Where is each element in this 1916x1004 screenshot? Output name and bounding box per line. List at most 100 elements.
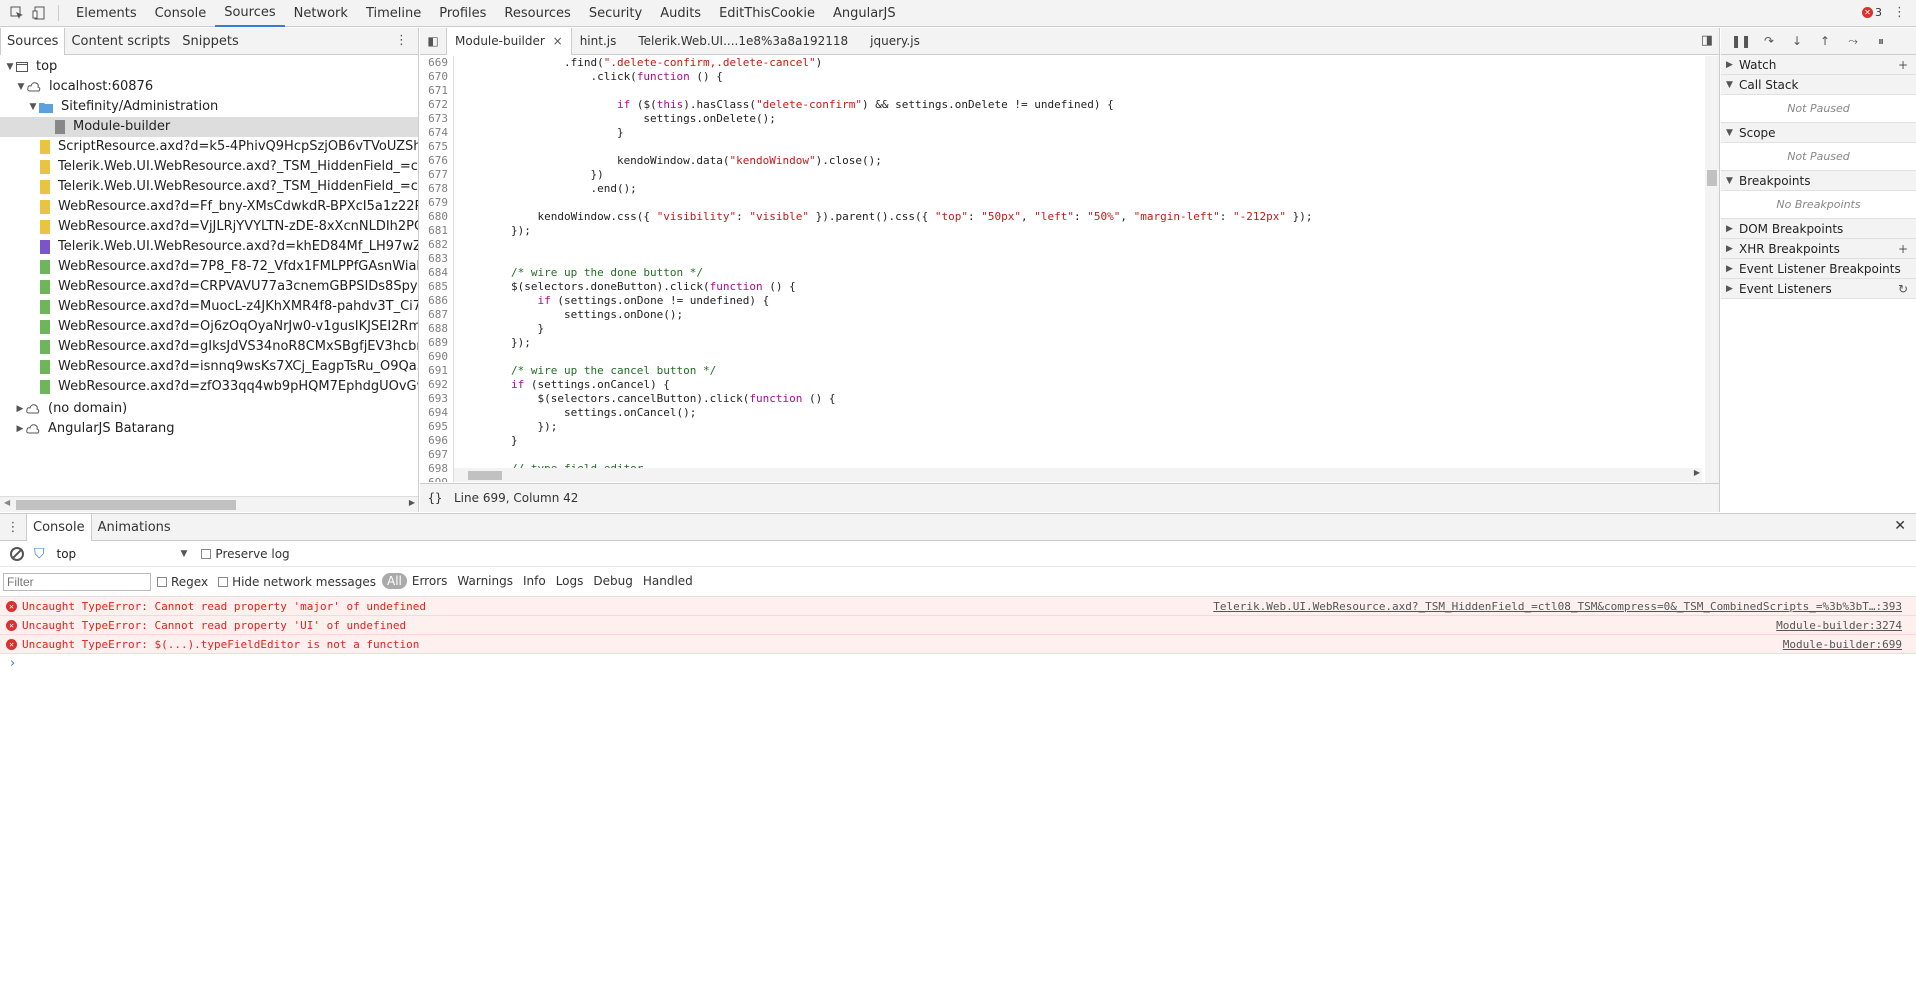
- drawer-menu-icon[interactable]: ⋮: [0, 520, 26, 535]
- code-line[interactable]: 689 });: [420, 336, 1702, 350]
- section-watch[interactable]: ▶ Watch +: [1721, 55, 1916, 75]
- line-number[interactable]: 691: [420, 364, 454, 378]
- line-number[interactable]: 678: [420, 182, 454, 196]
- tab-animations[interactable]: Animations: [92, 514, 177, 541]
- hide-network-checkbox[interactable]: [218, 576, 229, 587]
- inspect-element-icon[interactable]: [6, 2, 28, 24]
- main-tab-elements[interactable]: Elements: [67, 0, 146, 27]
- close-tab-icon[interactable]: ×: [553, 34, 563, 48]
- tree-item-folder[interactable]: ▼ Sitefinity/Administration: [27, 97, 219, 117]
- code-line[interactable]: 697: [420, 448, 1702, 462]
- line-number[interactable]: 680: [420, 210, 454, 224]
- level-warnings[interactable]: Warnings: [452, 574, 518, 588]
- step-out-icon[interactable]: ↑: [1811, 34, 1839, 48]
- tree-item-file[interactable]: WebResource.axd?d=gIksJdVS34noR8CMxSBgfj…: [40, 337, 418, 357]
- scrollbar-thumb[interactable]: [468, 471, 502, 480]
- main-tab-angularjs[interactable]: AngularJS: [824, 0, 905, 27]
- code-line[interactable]: 674 }: [420, 126, 1702, 140]
- tree-item-file[interactable]: WebResource.axd?d=CRPVAVU77a3cnemGBPSIDs…: [40, 277, 418, 297]
- dropdown-arrow-icon[interactable]: ▼: [181, 549, 188, 559]
- line-number[interactable]: 676: [420, 154, 454, 168]
- line-number[interactable]: 688: [420, 322, 454, 336]
- main-tab-profiles[interactable]: Profiles: [430, 0, 495, 27]
- level-logs[interactable]: Logs: [551, 574, 589, 588]
- tree-item-top[interactable]: ▼ top: [4, 57, 58, 77]
- code-line[interactable]: 690: [420, 350, 1702, 364]
- scroll-right-icon[interactable]: ▶: [409, 498, 415, 507]
- code-line[interactable]: 692 if (settings.onCancel) {: [420, 378, 1702, 392]
- code-line[interactable]: 681 });: [420, 224, 1702, 238]
- tree-item-file[interactable]: Telerik.Web.UI.WebResource.axd?_TSM_Hidd…: [40, 177, 418, 197]
- section-scope[interactable]: ▼ Scope: [1721, 123, 1916, 143]
- line-number[interactable]: 677: [420, 168, 454, 182]
- scroll-right-icon[interactable]: ▶: [1694, 468, 1700, 477]
- line-number[interactable]: 674: [420, 126, 454, 140]
- code-line[interactable]: 685 $(selectors.doneButton).click(functi…: [420, 280, 1702, 294]
- line-number[interactable]: 689: [420, 336, 454, 350]
- level-errors[interactable]: Errors: [407, 574, 453, 588]
- section-breakpoints[interactable]: ▼ Breakpoints: [1721, 171, 1916, 191]
- tree-item-file[interactable]: WebResource.axd?d=isnnq9wsKs7XCj_EagpTsR…: [40, 357, 418, 377]
- main-tab-security[interactable]: Security: [580, 0, 651, 27]
- line-number[interactable]: 695: [420, 420, 454, 434]
- deactivate-breakpoints-icon[interactable]: ⤳: [1839, 34, 1867, 49]
- line-number[interactable]: 681: [420, 224, 454, 238]
- main-tab-console[interactable]: Console: [146, 0, 216, 27]
- line-number[interactable]: 699: [420, 476, 454, 482]
- code-line[interactable]: 679: [420, 196, 1702, 210]
- close-drawer-icon[interactable]: ✕: [1894, 518, 1906, 534]
- editor-horizontal-scrollbar[interactable]: ▶: [454, 468, 1702, 482]
- main-tab-sources[interactable]: Sources: [215, 0, 285, 27]
- level-info[interactable]: Info: [518, 574, 551, 588]
- toggle-navigator-icon[interactable]: ◧: [420, 34, 446, 48]
- console-prompt[interactable]: ›: [0, 654, 1916, 674]
- tree-item-no-domain[interactable]: ▶ (no domain): [14, 399, 128, 419]
- code-line[interactable]: 669 .find(".delete-confirm,.delete-cance…: [420, 56, 1702, 70]
- filter-icon[interactable]: ⛉: [34, 546, 45, 562]
- line-number[interactable]: 675: [420, 140, 454, 154]
- more-menu-icon[interactable]: ⋮: [1893, 5, 1906, 20]
- tab-jquery-js[interactable]: jquery.js: [862, 28, 928, 55]
- tree-item-file[interactable]: WebResource.axd?d=Ff_bny-XMsCdwkdR-BPXcI…: [40, 197, 418, 217]
- code-lines[interactable]: 669 .find(".delete-confirm,.delete-cance…: [420, 56, 1702, 482]
- tab-sources[interactable]: Sources: [0, 28, 66, 55]
- preserve-log-checkbox[interactable]: [201, 548, 212, 559]
- tree-item-batarang[interactable]: ▶ AngularJS Batarang: [14, 419, 175, 439]
- section-event-listener-breakpoints[interactable]: ▶ Event Listener Breakpoints: [1721, 259, 1916, 279]
- main-tab-resources[interactable]: Resources: [495, 0, 579, 27]
- code-line[interactable]: 687 settings.onDone();: [420, 308, 1702, 322]
- scrollbar-thumb[interactable]: [1707, 170, 1717, 186]
- code-line[interactable]: 694 settings.onCancel();: [420, 406, 1702, 420]
- tab-hint-js[interactable]: hint.js: [572, 28, 625, 55]
- line-number[interactable]: 679: [420, 196, 454, 210]
- line-number[interactable]: 690: [420, 350, 454, 364]
- line-number[interactable]: 687: [420, 308, 454, 322]
- code-line[interactable]: 673 settings.onDelete();: [420, 112, 1702, 126]
- expand-right-icon[interactable]: ▶: [1726, 239, 1733, 259]
- step-over-icon[interactable]: ↷: [1755, 34, 1783, 48]
- level-all[interactable]: All: [381, 573, 407, 589]
- error-source-link[interactable]: Telerik.Web.UI.WebResource.axd?_TSM_Hidd…: [1213, 597, 1902, 616]
- tab-module-builder[interactable]: Module-builder ×: [446, 28, 572, 55]
- device-mode-icon[interactable]: [28, 2, 50, 24]
- code-line[interactable]: 680 kendoWindow.css({ "visibility": "vis…: [420, 210, 1702, 224]
- code-line[interactable]: 696 }: [420, 434, 1702, 448]
- expand-down-icon[interactable]: ▼: [15, 77, 27, 97]
- line-number[interactable]: 682: [420, 238, 454, 252]
- line-number[interactable]: 673: [420, 112, 454, 126]
- line-number[interactable]: 696: [420, 434, 454, 448]
- tree-item-file[interactable]: WebResource.axd?d=VjJLRjYVYLTN-zDE-8xXcn…: [40, 217, 418, 237]
- line-number[interactable]: 672: [420, 98, 454, 112]
- step-into-icon[interactable]: ↓: [1783, 34, 1811, 48]
- regex-checkbox[interactable]: [157, 576, 167, 587]
- main-tab-editthiscookie[interactable]: EditThisCookie: [710, 0, 824, 27]
- line-number[interactable]: 693: [420, 392, 454, 406]
- tree-item-selected[interactable]: Module-builder: [0, 117, 418, 137]
- level-handled[interactable]: Handled: [638, 574, 698, 588]
- tab-content-scripts[interactable]: Content scripts: [65, 28, 176, 55]
- main-tab-network[interactable]: Network: [285, 0, 357, 27]
- expand-right-icon[interactable]: ▶: [1726, 279, 1733, 299]
- editor-vertical-scrollbar[interactable]: ▼: [1705, 56, 1719, 494]
- navigator-horizontal-scrollbar[interactable]: ◀ ▶: [0, 496, 418, 512]
- tab-snippets[interactable]: Snippets: [176, 28, 244, 55]
